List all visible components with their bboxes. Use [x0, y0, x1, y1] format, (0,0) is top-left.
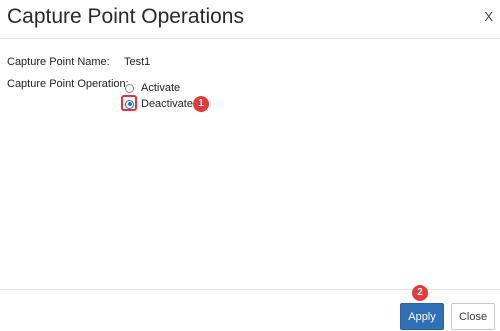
close-icon[interactable]: X: [484, 9, 493, 24]
deactivate-radio-label: Deactivate: [141, 98, 193, 110]
dialog-title: Capture Point Operations: [7, 5, 244, 28]
capture-point-operation-label: Capture Point Operation:: [7, 78, 129, 90]
close-button[interactable]: Close: [451, 303, 495, 330]
step-badge-2: 2: [412, 285, 428, 301]
radio-option-activate[interactable]: Activate: [125, 80, 180, 96]
capture-point-operations-dialog: Capture Point Operations X Capture Point…: [0, 0, 500, 331]
capture-point-name-value: Test1: [124, 56, 151, 68]
deactivate-highlight-box: [121, 95, 137, 111]
activate-radio-icon[interactable]: [125, 83, 134, 93]
activate-radio-label: Activate: [141, 82, 181, 94]
step-badge-1: 1: [193, 96, 209, 112]
dialog-header: Capture Point Operations X: [0, 0, 500, 39]
capture-point-name-label: Capture Point Name:: [7, 56, 110, 68]
apply-button[interactable]: Apply: [400, 303, 444, 330]
